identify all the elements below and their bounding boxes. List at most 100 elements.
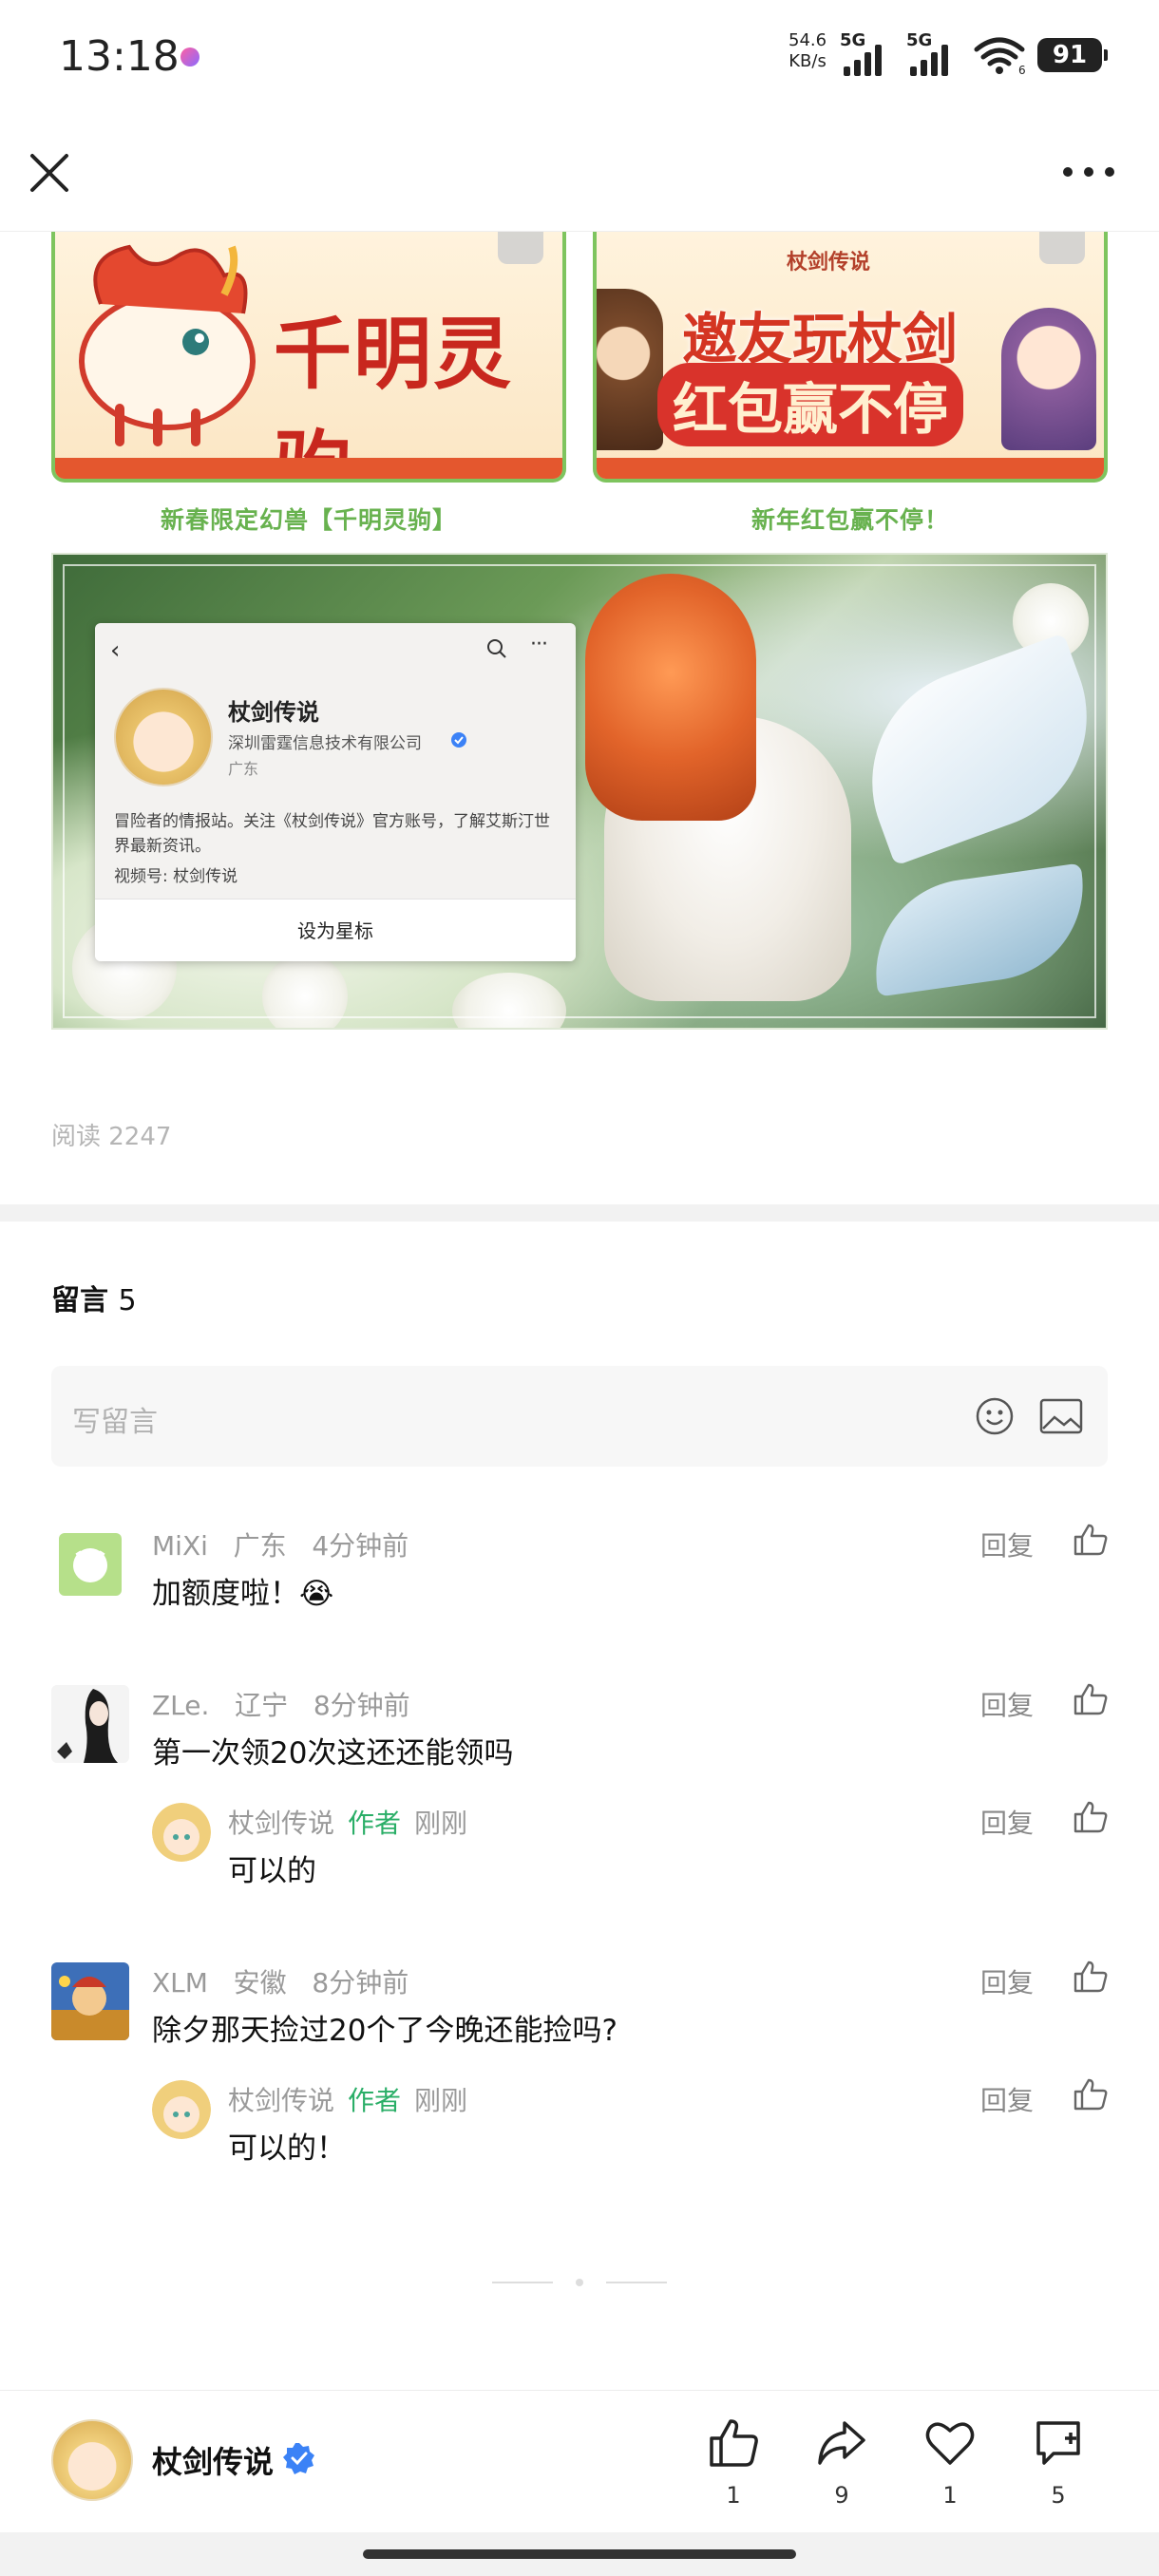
like-count: 1 (726, 2482, 741, 2509)
profile-card: ‹ ··· 杖剑传说 深圳雷霆信息技术有限公司 广东 冒险者的情报站。关注《杖剑… (95, 623, 576, 961)
banner-qianming-lingju[interactable]: 千明灵驹 (51, 232, 566, 483)
favorite-button[interactable]: 1 (912, 2417, 988, 2522)
comments-title-label: 留言 (51, 1284, 108, 1317)
comment-input-placeholder: 写留言 (72, 1406, 158, 1439)
more-icon: ··· (530, 633, 548, 656)
comment-time: 4分钟前 (312, 1530, 409, 1562)
reply-text: 可以的！ (228, 2131, 346, 2166)
author-tag: 作者 (348, 1808, 402, 1839)
banner-strip (55, 458, 562, 479)
channel-label: 视频号: 杖剑传说 (114, 867, 238, 886)
star-button: 设为星标 (95, 899, 576, 961)
banner-caption: 新春限定幻兽【千明灵驹】 (160, 506, 457, 534)
verified-icon (283, 2443, 314, 2474)
reply-user[interactable]: 杖剑传说 (228, 1808, 334, 1839)
forward-icon (498, 232, 543, 264)
network-speed-unit: KB/s (788, 51, 826, 71)
account-name: 杖剑传说 (228, 699, 319, 726)
beast-illustration (79, 244, 256, 446)
back-icon: ‹ (110, 636, 121, 665)
banner-title: 千明灵驹 (274, 309, 514, 483)
reply-button[interactable]: 回复 (980, 1525, 1034, 1563)
reply-time: 刚刚 (414, 1808, 468, 1839)
reply-button[interactable]: 回复 (980, 1685, 1034, 1723)
thumbs-up-icon[interactable] (1074, 1683, 1108, 1715)
comment-time: 8分钟前 (313, 1690, 410, 1721)
region: 广东 (228, 760, 259, 778)
share-button[interactable]: 9 (804, 2417, 880, 2522)
comment-region: 安徽 (233, 1967, 287, 1998)
comment-meta: XLM 安徽 8分钟前 (152, 1962, 408, 2000)
game-logo: 杖剑传说 (787, 251, 871, 275)
avatar[interactable] (51, 1685, 129, 1763)
favorite-count: 1 (942, 2482, 958, 2509)
author-tag: 作者 (348, 2085, 402, 2116)
reply-text: 可以的 (228, 1854, 316, 1888)
thumbs-up-icon (710, 2419, 758, 2467)
comment-button[interactable]: 5 (1020, 2417, 1096, 2522)
banner-subtitle: 红包赢不停 (657, 363, 964, 446)
emoji-icon[interactable] (975, 1396, 1015, 1436)
bottom-action-bar: 杖剑传说 1 9 1 5 (0, 2390, 1159, 2532)
comment-time: 8分钟前 (312, 1967, 409, 1998)
reply-meta: 杖剑传说 作者 刚刚 (228, 2080, 467, 2118)
section-divider (0, 1204, 1159, 1222)
end-of-list-divider (492, 2279, 667, 2286)
comment-user[interactable]: XLM (152, 1967, 208, 1998)
thumbs-up-icon[interactable] (1074, 1801, 1108, 1833)
company-name: 深圳雷霆信息技术有限公司 (228, 734, 422, 753)
network-speed-value: 54.6 (788, 30, 827, 50)
close-icon[interactable] (25, 148, 74, 198)
gesture-bar (0, 2532, 1159, 2576)
account-name[interactable]: 杖剑传说 (152, 2438, 274, 2482)
account-avatar[interactable] (51, 2419, 133, 2501)
hero-illustration[interactable]: ‹ ··· 杖剑传说 深圳雷霆信息技术有限公司 广东 冒险者的情报站。关注《杖剑… (51, 553, 1108, 1030)
cell-signal-icon: 5G (906, 30, 954, 76)
avatar[interactable] (152, 1803, 211, 1862)
reply-user[interactable]: 杖剑传说 (228, 2085, 334, 2116)
character-illustration (1001, 308, 1096, 450)
like-button[interactable]: 1 (695, 2417, 771, 2522)
search-icon (487, 639, 506, 658)
comment-text: 除夕那天捡过20个了今晚还能捡吗? (152, 2014, 618, 2048)
banner-strip (597, 458, 1104, 479)
comments-title: 留言 5 (51, 1277, 137, 1318)
thumbs-up-icon[interactable] (1074, 1524, 1108, 1556)
notification-dot-icon (180, 47, 200, 66)
reply-button[interactable]: 回复 (980, 1803, 1034, 1841)
top-nav (0, 114, 1159, 232)
comment-text: 加额度啦！😭 (152, 1577, 334, 1611)
comment-user[interactable]: ZLe. (152, 1690, 209, 1721)
status-bar: 13:18 54.6 KB/s 5G 5G 6 91 (0, 0, 1159, 114)
thumbs-up-icon[interactable] (1074, 2078, 1108, 2111)
thumbs-up-icon[interactable] (1074, 1960, 1108, 1993)
wifi-icon: 6 (973, 34, 1026, 77)
reply-button[interactable]: 回复 (980, 2080, 1034, 2118)
avatar (114, 688, 213, 786)
comment-user[interactable]: MiXi (152, 1530, 208, 1562)
read-count: 阅读 2247 (51, 1123, 172, 1151)
battery-indicator: 91 (1037, 38, 1108, 72)
avatar[interactable] (51, 1962, 129, 2040)
image-icon[interactable] (1039, 1398, 1083, 1434)
comment-input[interactable]: 写留言 (51, 1366, 1108, 1467)
network-speed: 54.6 KB/s (788, 30, 826, 72)
comment-text: 第一次领20次这还还能领吗 (152, 1736, 514, 1771)
more-icon[interactable] (1060, 158, 1117, 186)
description: 冒险者的情报站。关注《杖剑传说》官方账号，了解艾斯汀世界最新资讯。 (114, 812, 550, 856)
banner-red-packet[interactable]: 杖剑传说 邀友玩杖剑 红包赢不停 (593, 232, 1108, 483)
comment-region: 广东 (233, 1530, 287, 1562)
comment-count: 5 (1051, 2482, 1066, 2509)
reply-time: 刚刚 (414, 2085, 468, 2116)
avatar[interactable] (152, 2080, 211, 2139)
verified-icon (451, 732, 466, 748)
reply-meta: 杖剑传说 作者 刚刚 (228, 1803, 467, 1841)
character-illustration (597, 289, 663, 450)
comment-meta: ZLe. 辽宁 8分钟前 (152, 1685, 410, 1723)
avatar[interactable] (51, 1525, 129, 1603)
banner-caption: 新年红包赢不停！ (750, 506, 949, 534)
reply-button[interactable]: 回复 (980, 1962, 1034, 2000)
comments-count: 5 (118, 1284, 137, 1317)
home-indicator[interactable] (363, 2549, 796, 2559)
cell-signal-icon: 5G (840, 30, 887, 76)
